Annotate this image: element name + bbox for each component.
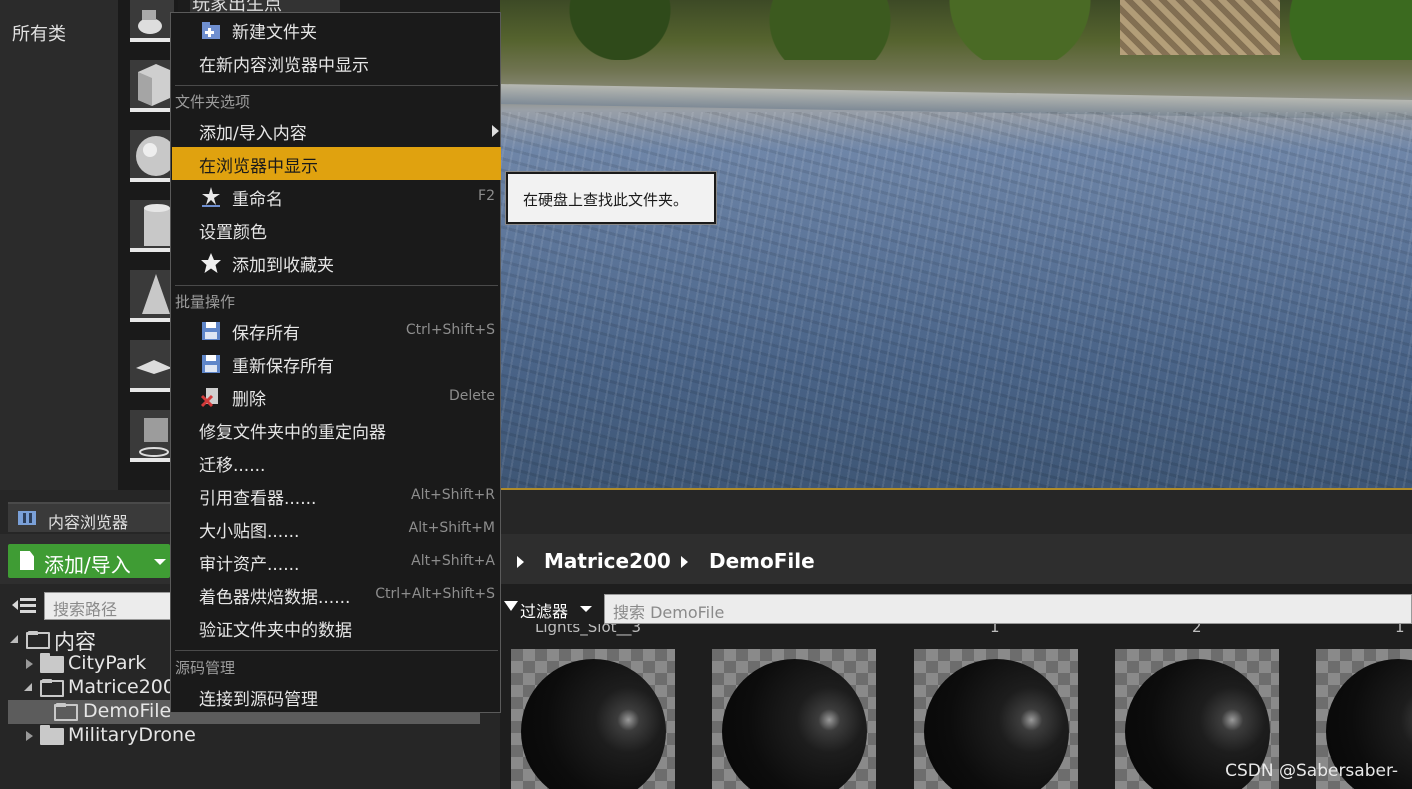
folder-icon [40,653,64,673]
asset-name-label: Lights_Slot__3 [535,624,642,636]
menu-save-all[interactable]: 保存所有 Ctrl+Shift+S [172,314,501,347]
new-folder-icon [200,19,222,41]
tab-label: 内容浏览器 [48,513,129,532]
tree-item-militarydrone[interactable]: MilitaryDrone [8,724,480,748]
open-folder-icon [54,703,78,721]
menu-section-source-control: 源码管理 [175,659,236,677]
folder-context-menu: 新建文件夹 在新内容浏览器中显示 文件夹选项 添加/导入内容 在浏览器中显示 重… [170,12,501,713]
rename-icon [200,186,222,208]
star-icon [200,252,222,274]
folder-icon [40,725,64,745]
save-icon [200,353,222,375]
menu-size-map[interactable]: 大小贴图...... Alt+Shift+M [172,512,501,545]
menu-migrate[interactable]: 迁移...... [172,446,501,479]
delete-icon [200,386,222,408]
toggle-sources-icon[interactable] [12,596,36,616]
menu-show-in-explorer[interactable]: 在浏览器中显示 [172,147,501,180]
filter-icon [504,601,518,611]
asset-name-label: 1 [1395,624,1405,636]
menu-resave-all[interactable]: 重新保存所有 [172,347,501,380]
category-all-classes[interactable]: 所有类 [12,20,66,46]
menu-new-folder[interactable]: 新建文件夹 [172,13,501,46]
menu-connect-source-control[interactable]: 连接到源码管理 [172,680,501,713]
material-asset-tile[interactable] [712,649,876,789]
cylinder-thumbnail[interactable] [130,200,174,252]
menu-fix-redirectors[interactable]: 修复文件夹中的重定向器 [172,413,501,446]
menu-delete[interactable]: 删除 Delete [172,380,501,413]
dropdown-arrow-icon [580,606,592,612]
add-import-label: 添加/导入 [44,553,131,577]
menu-reference-viewer[interactable]: 引用查看器...... Alt+Shift+R [172,479,501,512]
add-import-button[interactable]: 添加/导入 [8,544,170,578]
level-viewport[interactable] [500,0,1412,490]
submenu-arrow-icon [492,125,499,137]
expanded-arrow-icon[interactable] [24,683,32,691]
asset-name-row: Lights_Slot__3 1 2 1 [500,624,1412,638]
asset-name-label: 2 [1192,624,1202,636]
sphere-thumbnail[interactable] [130,130,174,182]
asset-name-label: 1 [990,624,1000,636]
menu-shader-cook-data[interactable]: 着色器烘焙数据...... Ctrl+Alt+Shift+S [172,578,501,611]
tooltip-text: 在硬盘上查找此文件夹。 [523,191,689,209]
new-document-icon [20,551,34,570]
box-trigger-thumbnail[interactable] [130,410,174,462]
open-folder-icon [26,631,50,649]
menu-add-import-content[interactable]: 添加/导入内容 [172,114,501,147]
breadcrumb-matrice200[interactable]: Matrice200 [544,549,671,573]
open-folder-icon [40,679,64,697]
menu-rename[interactable]: 重命名 F2 [172,180,501,213]
menu-separator [175,285,498,286]
tooltip: 在硬盘上查找此文件夹。 [506,172,716,224]
material-asset-tile[interactable] [914,649,1078,789]
viewport-fence [1120,0,1280,55]
collapsed-arrow-icon[interactable] [26,659,33,669]
breadcrumb-arrow-icon[interactable] [517,556,524,568]
menu-add-to-favorites[interactable]: 添加到收藏夹 [172,246,501,279]
cube-thumbnail[interactable] [130,60,174,112]
content-browser-icon [18,511,36,525]
watermark: CSDN @Sabersaber- [1225,761,1398,781]
cone-thumbnail[interactable] [130,270,174,322]
save-icon [200,320,222,342]
collapsed-arrow-icon[interactable] [26,731,33,741]
menu-separator [175,85,498,86]
menu-audit-assets[interactable]: 审计资产...... Alt+Shift+A [172,545,501,578]
material-asset-tile[interactable] [511,649,675,789]
asset-view-panel: 过滤器 搜索 DemoFile Lights_Slot__3 1 2 1 [500,584,1412,789]
expanded-arrow-icon[interactable] [10,635,18,643]
menu-section-bulk-operations: 批量操作 [175,293,236,311]
asset-search-input[interactable]: 搜索 DemoFile [604,594,1412,624]
player-start-label: 玩家出生点 [190,0,340,12]
menu-set-color[interactable]: 设置颜色 [172,213,501,246]
menu-validate-data[interactable]: 验证文件夹中的数据 [172,611,501,644]
plane-thumbnail[interactable] [130,340,174,392]
category-column: 所有类 [0,0,118,490]
breadcrumb-arrow-icon[interactable] [681,556,688,568]
content-browser-tab[interactable]: 内容浏览器 [8,502,178,532]
path-search-input[interactable]: 搜索路径 [44,592,174,620]
menu-section-folder-options: 文件夹选项 [175,93,251,111]
breadcrumb-demofile[interactable]: DemoFile [709,549,815,573]
viewport-road-texture [500,112,1412,488]
filter-button[interactable]: 过滤器 [500,594,600,622]
menu-separator [175,650,498,651]
actor-thumbnail-strip [118,0,178,490]
dropdown-arrow-icon [154,559,166,565]
menu-show-in-new-browser[interactable]: 在新内容浏览器中显示 [172,46,501,79]
player-start-thumbnail[interactable] [130,0,174,42]
